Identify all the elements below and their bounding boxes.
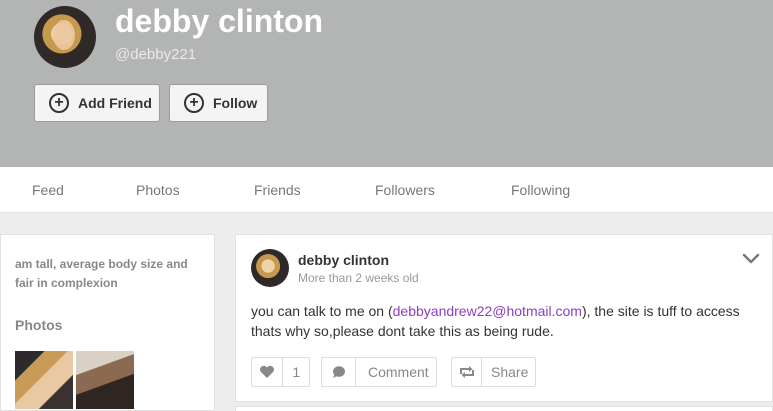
tab-followers[interactable]: Followers <box>375 182 435 198</box>
tab-following[interactable]: Following <box>511 182 570 198</box>
retweet-icon <box>452 358 482 386</box>
follow-label: Follow <box>213 95 258 111</box>
profile-bio: am tall, average body size and fair in c… <box>15 257 188 290</box>
post-timestamp: More than 2 weeks old <box>298 271 419 285</box>
post-body: you can talk to me on (debbyandrew22@hot… <box>251 301 756 341</box>
comment-bubble-icon <box>322 358 356 386</box>
add-friend-label: Add Friend <box>78 95 152 111</box>
chevron-down-icon[interactable] <box>742 251 760 265</box>
next-feed-post <box>235 406 773 411</box>
tab-feed[interactable]: Feed <box>32 182 64 198</box>
profile-avatar[interactable] <box>34 6 96 68</box>
tab-photos[interactable]: Photos <box>136 182 180 198</box>
like-button[interactable]: 1 <box>251 357 310 387</box>
plus-circle-icon: + <box>49 93 69 113</box>
profile-cover: debby clinton @debby221 + Add Friend + F… <box>0 0 773 167</box>
heart-icon <box>252 358 284 386</box>
profile-nav: Feed Photos Friends Followers Following <box>0 167 773 213</box>
post-author-avatar[interactable] <box>251 249 289 287</box>
add-friend-button[interactable]: + Add Friend <box>34 84 160 122</box>
tab-friends[interactable]: Friends <box>254 182 301 198</box>
photo-thumbnail[interactable] <box>76 351 134 409</box>
profile-name: debby clinton <box>115 3 323 39</box>
share-label: Share <box>491 364 529 380</box>
feed-post: debby clinton More than 2 weeks old you … <box>235 234 773 402</box>
post-text-before: you can talk to me on ( <box>251 303 393 319</box>
email-link[interactable]: debbyandrew22@hotmail.com <box>393 303 582 319</box>
post-author-name[interactable]: debby clinton <box>298 252 389 268</box>
comment-button[interactable]: Comment <box>321 357 437 387</box>
photos-heading: Photos <box>15 317 63 333</box>
follow-button[interactable]: + Follow <box>169 84 268 122</box>
comment-label: Comment <box>368 364 429 380</box>
profile-handle: @debby221 <box>115 46 197 63</box>
like-count: 1 <box>292 364 301 380</box>
plus-circle-icon: + <box>184 93 204 113</box>
profile-sidebar: am tall, average body size and fair in c… <box>0 234 215 411</box>
share-button[interactable]: Share <box>451 357 536 387</box>
photo-thumbnail[interactable] <box>15 351 73 409</box>
